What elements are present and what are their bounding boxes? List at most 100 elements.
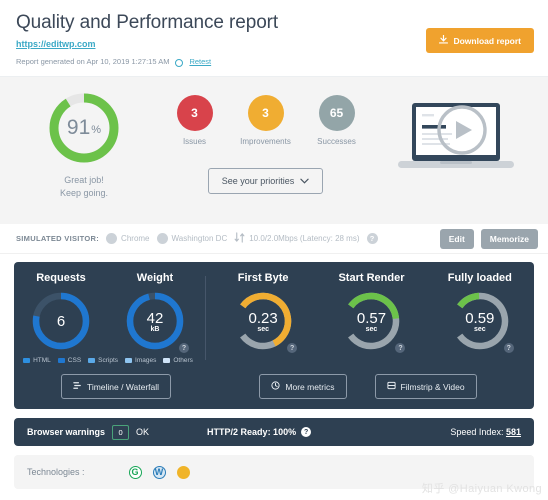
resources-group: RequestsWeight 6 42kB? HTML CSS Scripts Ima… <box>14 272 202 364</box>
resource-headings: RequestsWeight <box>14 272 202 284</box>
gauge-fully-loaded: 0.59sec? <box>426 290 534 352</box>
score-gauge: 91 % <box>47 91 121 165</box>
stat-value: 65 <box>319 95 355 131</box>
simulated-visitor-title: SIMULATED VISITOR: <box>16 234 99 243</box>
download-report-button[interactable]: Download report <box>426 28 534 53</box>
performance-panel: RequestsWeight 6 42kB? HTML CSS Scripts Ima… <box>14 262 534 409</box>
help-icon[interactable]: ? <box>301 427 311 437</box>
gauge-center: 0.59sec <box>449 290 511 352</box>
chrome-icon <box>106 233 117 244</box>
score-column: 91 % Great job! Keep going. <box>0 91 168 200</box>
stats-row: 3 Issues 3Improvements 65 Successes <box>168 95 363 146</box>
page-header: Quality and Performance report https://e… <box>0 0 548 76</box>
filmstrip-icon <box>387 381 396 392</box>
memorize-button[interactable]: Memorize <box>481 229 538 249</box>
help-icon[interactable]: ? <box>367 233 378 244</box>
gauge-center: 42kB <box>124 290 186 352</box>
timings-group: First ByteStart RenderFully loaded 0.23s… <box>209 272 534 364</box>
see-priorities-button[interactable]: See your priorities <box>208 168 324 194</box>
grammarly-icon[interactable]: G <box>129 466 142 479</box>
score-message: Great job! Keep going. <box>60 174 108 200</box>
score-band: 91 % Great job! Keep going. 3 Issues 3Impr… <box>0 76 548 224</box>
gauge-value: 0.23 <box>249 310 278 327</box>
gauge-value: 0.59 <box>465 310 494 327</box>
gauge-title: Fully loaded <box>426 272 534 284</box>
filmstrip-video-label: Filmstrip & Video <box>401 382 465 392</box>
edit-button[interactable]: Edit <box>440 229 474 249</box>
gauge-center: 0.57sec <box>340 290 402 352</box>
stat-label: Issues <box>183 137 206 146</box>
visitor-location-label: Washington DC <box>172 234 228 243</box>
wordpress-icon[interactable]: W <box>153 466 166 479</box>
warnings-count-badge: 0 <box>112 425 129 440</box>
help-icon[interactable]: ? <box>179 343 189 353</box>
stats-column: 3 Issues 3Improvements 65 Successes See your… <box>168 91 363 194</box>
generated-row: Report generated on Apr 10, 2019 1:27:15… <box>16 57 532 66</box>
stat-value: 3 <box>177 95 213 131</box>
legend-item: HTML <box>23 357 51 364</box>
gauge-value: 6 <box>57 313 65 330</box>
illustration-column <box>363 91 548 184</box>
waterfall-icon <box>73 381 82 392</box>
browser-warnings-label: Browser warnings <box>27 427 105 437</box>
retest-link[interactable]: Retest <box>189 57 211 66</box>
chevron-down-icon <box>300 176 309 186</box>
legend-item: Scripts <box>88 357 118 364</box>
visitor-browser: Chrome <box>106 233 149 244</box>
visitor-location: Washington DC <box>157 233 228 244</box>
report-page: Quality and Performance report https://e… <box>0 0 548 500</box>
gauge-requests: 6 <box>14 290 108 352</box>
panel-buttons: Timeline / Waterfall More metrics Filmst… <box>14 374 534 399</box>
speed-index-value: 581 <box>506 427 521 437</box>
stat-improvements[interactable]: 3Improvements <box>239 95 292 146</box>
filmstrip-video-button[interactable]: Filmstrip & Video <box>375 374 477 399</box>
gauge-unit: sec <box>257 326 269 333</box>
simulated-visitor-bar: SIMULATED VISITOR: Chrome Washington DC … <box>0 224 548 254</box>
stat-successes[interactable]: 65 Successes <box>310 95 363 146</box>
legend-item: Images <box>125 357 156 364</box>
score-message-line1: Great job! <box>60 174 108 187</box>
legend-swatch <box>163 358 170 363</box>
legend-swatch <box>88 358 95 363</box>
stat-label: Successes <box>317 137 356 146</box>
help-icon[interactable]: ? <box>287 343 297 353</box>
site-url-link[interactable]: https://editwp.com <box>16 39 96 49</box>
legend-label: CSS <box>68 357 81 364</box>
gauge-weight: 42kB? <box>108 290 202 352</box>
gauge-unit: kB <box>151 326 160 333</box>
visitor-browser-label: Chrome <box>121 234 149 243</box>
gauge-title: First Byte <box>209 272 317 284</box>
gauge-center: 0.23sec <box>232 290 294 352</box>
resource-gauges: 6 42kB? <box>14 290 202 352</box>
gauge-unit: sec <box>366 326 378 333</box>
visitor-connection-label: 10.0/2.0Mbps (Latency: 28 ms) <box>249 234 359 243</box>
gauge-title: Weight <box>108 272 202 284</box>
resource-legend: HTMLCSSScriptsImagesOthers <box>14 357 202 364</box>
legend-label: Scripts <box>98 357 118 364</box>
technologies-icons: GW <box>129 466 190 479</box>
legend-item: CSS <box>58 357 81 364</box>
download-report-label: Download report <box>453 36 521 46</box>
stat-issues[interactable]: 3 Issues <box>168 95 221 146</box>
timing-gauges: 0.23sec? 0.57sec? 0.59sec? <box>209 290 534 352</box>
gauge-value: 42 <box>147 310 164 327</box>
gauge-title: Start Render <box>317 272 425 284</box>
http2-ready-label: HTTP/2 Ready: 100% <box>207 427 296 437</box>
generic-icon[interactable] <box>177 466 190 479</box>
panel-divider <box>205 276 206 360</box>
updown-arrows-icon <box>234 232 245 245</box>
warnings-status: OK <box>136 427 149 437</box>
technologies-label: Technologies : <box>27 467 85 477</box>
legend-label: HTML <box>33 357 51 364</box>
timeline-waterfall-button[interactable]: Timeline / Waterfall <box>61 374 171 399</box>
more-metrics-button[interactable]: More metrics <box>259 374 346 399</box>
score-value: 91 <box>67 116 90 140</box>
help-icon[interactable]: ? <box>504 343 514 353</box>
see-priorities-label: See your priorities <box>222 176 295 186</box>
gauge-value: 0.57 <box>357 310 386 327</box>
refresh-icon <box>175 59 183 67</box>
gauge-unit: sec <box>474 326 486 333</box>
help-icon[interactable]: ? <box>395 343 405 353</box>
download-icon <box>439 35 448 46</box>
stat-value: 3 <box>248 95 284 131</box>
